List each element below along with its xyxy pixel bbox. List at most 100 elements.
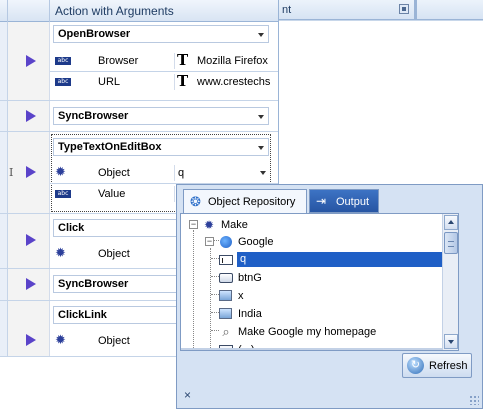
close-icon[interactable]: × <box>184 388 191 402</box>
tree-node-label: x <box>238 290 244 302</box>
argument-row[interactable]: abc Browser T Mozilla Firefox <box>50 51 278 71</box>
object-gear-icon: ✹ <box>55 332 66 347</box>
object-gear-icon: ✹ <box>55 245 66 260</box>
argument-row[interactable]: abc URL T www.crestechs <box>50 72 278 92</box>
cell-divider <box>174 165 175 181</box>
refresh-label: Refresh <box>429 360 468 372</box>
link-icon: ⌕ <box>222 324 230 339</box>
action-name: SyncBrowser <box>58 110 129 122</box>
play-icon[interactable] <box>26 55 36 67</box>
tree-node-q[interactable]: q <box>218 251 458 269</box>
refresh-button[interactable]: ↻ Refresh <box>402 353 472 378</box>
argument-name: Browser <box>98 55 139 67</box>
row-indicator[interactable] <box>0 301 8 356</box>
pane-divider <box>414 0 417 20</box>
image-icon <box>219 308 232 319</box>
refresh-icon: ↻ <box>407 357 424 374</box>
argument-name: Object <box>98 248 130 260</box>
action-name: OpenBrowser <box>58 28 131 40</box>
row-indicator[interactable] <box>0 22 8 100</box>
cell-divider <box>174 53 175 69</box>
chevron-down-icon[interactable] <box>258 115 264 119</box>
row-indicator[interactable] <box>0 214 8 268</box>
text-type-icon: abc <box>55 57 71 65</box>
chevron-down-icon[interactable] <box>258 33 264 37</box>
tree-node-label: India <box>238 308 262 320</box>
tree-node-label: Make Google my homepage <box>238 326 377 338</box>
grid-corner <box>0 0 8 22</box>
row-indicator[interactable] <box>0 101 8 131</box>
button-icon <box>219 273 233 283</box>
argument-name: Value <box>98 188 126 200</box>
globe-icon <box>220 236 232 248</box>
text-value-icon: T <box>177 51 189 69</box>
object-gear-icon: ✹ <box>55 164 66 179</box>
object-repository-panel: ❂ Object Repository ⇥ Output − − ✹ Make … <box>176 184 483 409</box>
action-dropdown[interactable]: SyncBrowser <box>53 107 269 125</box>
scroll-thumb[interactable] <box>444 232 458 254</box>
argument-value[interactable]: www.crestechs <box>197 76 277 88</box>
row-indicator[interactable] <box>0 132 8 213</box>
argument-row[interactable]: ✹ Object q <box>50 163 278 183</box>
play-icon[interactable] <box>26 278 36 290</box>
tab-label: Object Repository <box>208 196 296 208</box>
pane-header-label: nt <box>282 4 292 16</box>
text-type-icon: abc <box>55 78 71 86</box>
tree-node-india[interactable]: India <box>218 305 418 323</box>
tab-label: Output <box>336 196 370 208</box>
tab-output[interactable]: ⇥ Output <box>309 189 379 213</box>
argument-value[interactable]: Mozilla Firefox <box>197 55 277 67</box>
collapse-toggle[interactable]: − <box>205 237 214 246</box>
chevron-down-icon[interactable] <box>258 146 264 150</box>
argument-value[interactable]: q <box>178 167 258 179</box>
play-icon[interactable] <box>26 110 36 122</box>
repository-icon: ❂ <box>190 194 201 209</box>
action-dropdown[interactable]: OpenBrowser <box>53 25 269 43</box>
text-cursor-icon: I <box>9 166 14 179</box>
gear-icon: ✹ <box>203 218 215 232</box>
tree-guide <box>210 248 211 350</box>
output-icon: ⇥ <box>316 194 327 208</box>
textbox-icon <box>219 255 233 265</box>
tree-node-make-google-homepage[interactable]: ⌕ Make Google my homepage <box>218 323 438 341</box>
tree-node-label: q <box>237 252 458 267</box>
argument-name: Object <box>98 167 130 179</box>
action-name: SyncBrowser <box>58 278 129 290</box>
row-indicator[interactable] <box>0 269 8 300</box>
grid-column-indicator <box>8 0 50 22</box>
tree-node-label: Google <box>238 236 274 248</box>
action-name: Click <box>58 222 85 234</box>
scroll-down-button[interactable] <box>444 334 458 349</box>
play-icon[interactable] <box>26 166 36 178</box>
resize-grip-icon[interactable] <box>469 395 479 405</box>
tree-node-btng[interactable]: btnG <box>218 269 418 287</box>
scroll-up-button[interactable] <box>444 215 458 230</box>
cell-divider <box>174 186 175 202</box>
horizontal-scrollbar[interactable] <box>181 348 442 350</box>
argument-name: Object <box>98 335 130 347</box>
argument-name: URL <box>98 76 121 88</box>
play-icon[interactable] <box>26 334 36 346</box>
pane-header: nt <box>279 0 483 20</box>
tree-node-make[interactable]: ✹ Make <box>201 216 421 234</box>
tree-node-x[interactable]: x <box>218 287 418 305</box>
row-strip <box>8 301 50 356</box>
vertical-scrollbar[interactable] <box>442 214 458 350</box>
text-type-icon: abc <box>55 190 71 198</box>
collapse-toggle[interactable]: − <box>189 220 198 229</box>
tree-node-google[interactable]: Google <box>218 233 418 251</box>
cell-divider <box>174 74 175 90</box>
tab-object-repository[interactable]: ❂ Object Repository <box>183 189 307 214</box>
column-header-action-with-arguments[interactable]: Action with Arguments <box>55 4 174 18</box>
action-name: ClickLink <box>58 309 107 321</box>
action-dropdown[interactable]: TypeTextOnEditBox <box>53 138 269 156</box>
text-value-icon: T <box>177 72 189 90</box>
chevron-down-icon[interactable] <box>260 171 266 175</box>
pin-icon[interactable] <box>399 4 409 14</box>
action-name: TypeTextOnEditBox <box>58 141 162 153</box>
tree-guide <box>193 230 194 350</box>
tree-node-label: btnG <box>238 272 262 284</box>
play-icon[interactable] <box>26 234 36 246</box>
object-tree[interactable]: − − ✹ Make Google q btnG x India ⌕ Make … <box>180 213 459 351</box>
tree-node-label: Make <box>221 219 248 231</box>
